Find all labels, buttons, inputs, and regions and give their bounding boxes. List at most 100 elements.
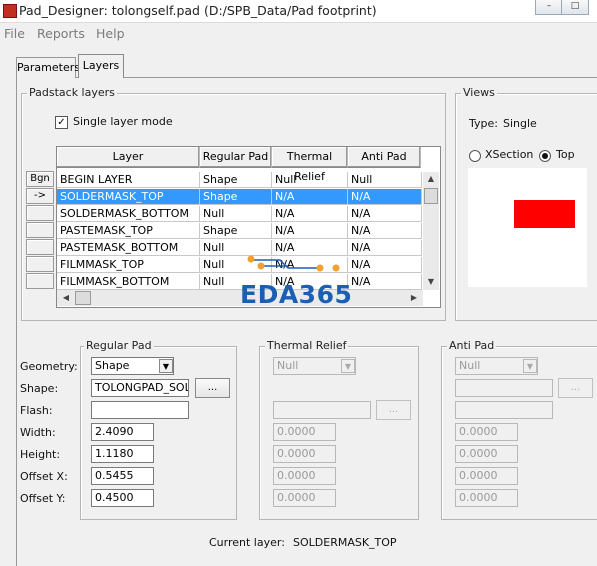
column-header-thermal-relief[interactable]: Thermal Relief bbox=[272, 147, 348, 183]
minimize-button[interactable]: – bbox=[535, 0, 563, 15]
cell-layer: SOLDERMASK_TOP bbox=[57, 189, 200, 205]
xsection-radio[interactable] bbox=[469, 150, 481, 162]
regular-geometry-select[interactable]: Shape ▼ bbox=[91, 357, 174, 375]
thermal-height-field[interactable]: 0.0000 bbox=[273, 445, 336, 463]
regular-pad-title: Regular Pad bbox=[84, 339, 154, 352]
cell-layer: BEGIN LAYER bbox=[57, 172, 200, 188]
cell-anti-pad: N/A bbox=[348, 274, 422, 290]
cell-thermal-relief: N/A bbox=[272, 189, 348, 205]
menu-file[interactable]: File bbox=[4, 26, 25, 41]
regular-offset-y-field[interactable]: 0.4500 bbox=[91, 489, 154, 507]
chevron-down-icon[interactable]: ▼ bbox=[341, 359, 355, 373]
column-header-regular-pad[interactable]: Regular Pad bbox=[200, 147, 272, 168]
cell-regular-pad: Shape bbox=[200, 189, 272, 205]
cell-thermal-relief: N/A bbox=[272, 223, 348, 239]
maximize-button[interactable]: □ bbox=[561, 0, 589, 15]
regular-shape-browse-button[interactable]: ... bbox=[195, 378, 230, 398]
cell-layer: PASTEMASK_TOP bbox=[57, 223, 200, 239]
regular-height-field[interactable]: 1.1180 bbox=[91, 445, 154, 463]
thermal-relief-title: Thermal Relief bbox=[265, 339, 349, 352]
cell-thermal-relief: N/A bbox=[272, 206, 348, 222]
regular-width-field[interactable]: 2.4090 bbox=[91, 423, 154, 441]
offset-y-label: Offset Y: bbox=[20, 492, 66, 505]
single-layer-mode-checkbox[interactable]: ✓ bbox=[55, 116, 68, 129]
anti-pad-title: Anti Pad bbox=[447, 339, 497, 352]
width-label: Width: bbox=[20, 426, 56, 439]
scroll-left-icon[interactable]: ◀ bbox=[59, 291, 73, 305]
menu-bar: File Reports Help bbox=[0, 23, 597, 43]
regular-flash-field[interactable] bbox=[91, 401, 189, 419]
cell-regular-pad: Null bbox=[200, 206, 272, 222]
anti-offset-x-field[interactable]: 0.0000 bbox=[455, 467, 518, 485]
row-header[interactable] bbox=[26, 273, 54, 289]
regular-shape-field[interactable]: TOLONGPAD_SOL bbox=[91, 379, 189, 397]
height-label: Height: bbox=[20, 448, 61, 461]
title-bar: Pad_Designer: tolongself.pad (D:/SPB_Dat… bbox=[0, 0, 597, 23]
flash-label: Flash: bbox=[20, 404, 53, 417]
chevron-down-icon[interactable]: ▼ bbox=[523, 359, 537, 373]
horizontal-scroll-thumb[interactable] bbox=[75, 291, 91, 305]
vertical-scroll-thumb[interactable] bbox=[424, 188, 438, 204]
scroll-up-icon[interactable]: ▲ bbox=[424, 172, 438, 186]
vertical-scrollbar[interactable]: ▲ ▼ bbox=[423, 172, 439, 290]
geometry-label: Geometry: bbox=[20, 360, 78, 373]
scroll-down-icon[interactable]: ▼ bbox=[424, 275, 438, 289]
thermal-geometry-select[interactable]: Null ▼ bbox=[273, 357, 356, 375]
cell-anti-pad: N/A bbox=[348, 189, 422, 205]
chevron-down-icon[interactable]: ▼ bbox=[159, 359, 173, 373]
thermal-offset-y-field[interactable]: 0.0000 bbox=[273, 489, 336, 507]
top-radio[interactable] bbox=[539, 150, 551, 162]
offset-x-label: Offset X: bbox=[20, 470, 68, 483]
regular-geometry-value: Shape bbox=[95, 359, 130, 372]
view-type-value: Single bbox=[503, 117, 537, 130]
anti-offset-y-field[interactable]: 0.0000 bbox=[455, 489, 518, 507]
tab-parameters[interactable]: Parameters bbox=[16, 57, 80, 78]
cell-layer: SOLDERMASK_BOTTOM bbox=[57, 206, 200, 222]
cell-regular-pad: Shape bbox=[200, 223, 272, 239]
window-title: Pad_Designer: tolongself.pad (D:/SPB_Dat… bbox=[19, 3, 377, 18]
app-icon bbox=[3, 4, 17, 18]
cell-anti-pad: N/A bbox=[348, 206, 422, 222]
row-header-current[interactable]: -> bbox=[26, 188, 54, 204]
anti-geometry-value: Null bbox=[459, 359, 481, 372]
thermal-geometry-value: Null bbox=[277, 359, 299, 372]
shape-label: Shape: bbox=[20, 382, 59, 395]
regular-offset-x-field[interactable]: 0.5455 bbox=[91, 467, 154, 485]
thermal-browse-button[interactable]: ... bbox=[376, 400, 411, 420]
thermal-offset-x-field[interactable]: 0.0000 bbox=[273, 467, 336, 485]
thermal-flash-field[interactable] bbox=[273, 401, 371, 419]
current-layer-label: Current layer: bbox=[209, 536, 285, 549]
column-header-anti-pad[interactable]: Anti Pad bbox=[348, 147, 421, 168]
scroll-right-icon[interactable]: ▶ bbox=[407, 291, 421, 305]
row-header[interactable] bbox=[26, 205, 54, 221]
single-layer-mode-label: Single layer mode bbox=[73, 115, 173, 128]
cell-thermal-relief: Null bbox=[272, 172, 348, 188]
row-header[interactable] bbox=[26, 256, 54, 272]
thermal-width-field[interactable]: 0.0000 bbox=[273, 423, 336, 441]
cell-anti-pad: N/A bbox=[348, 223, 422, 239]
anti-width-field[interactable]: 0.0000 bbox=[455, 423, 518, 441]
menu-help[interactable]: Help bbox=[96, 26, 125, 41]
column-header-layer[interactable]: Layer bbox=[57, 147, 200, 168]
menu-reports[interactable]: Reports bbox=[37, 26, 85, 41]
row-header-bgn[interactable]: Bgn bbox=[26, 171, 54, 187]
current-layer-value: SOLDERMASK_TOP bbox=[293, 536, 397, 549]
pad-shape-preview bbox=[514, 200, 575, 228]
anti-geometry-select[interactable]: Null ▼ bbox=[455, 357, 538, 375]
xsection-label: XSection bbox=[485, 148, 534, 161]
row-header[interactable] bbox=[26, 239, 54, 255]
cell-regular-pad: Shape bbox=[200, 172, 272, 188]
anti-height-field[interactable]: 0.0000 bbox=[455, 445, 518, 463]
views-title: Views bbox=[461, 86, 497, 99]
padstack-layers-title: Padstack layers bbox=[27, 86, 117, 99]
row-header[interactable] bbox=[26, 222, 54, 238]
pad-preview bbox=[468, 168, 587, 287]
anti-shape-field[interactable] bbox=[455, 379, 553, 397]
watermark-circuit-icon bbox=[247, 255, 340, 272]
anti-flash-field[interactable] bbox=[455, 401, 553, 419]
view-type-label: Type: bbox=[469, 117, 498, 130]
top-label: Top bbox=[556, 148, 575, 161]
anti-browse-button[interactable]: ... bbox=[558, 378, 593, 398]
tab-layers[interactable]: Layers bbox=[78, 54, 124, 78]
cell-layer: FILMMASK_TOP bbox=[57, 257, 200, 273]
